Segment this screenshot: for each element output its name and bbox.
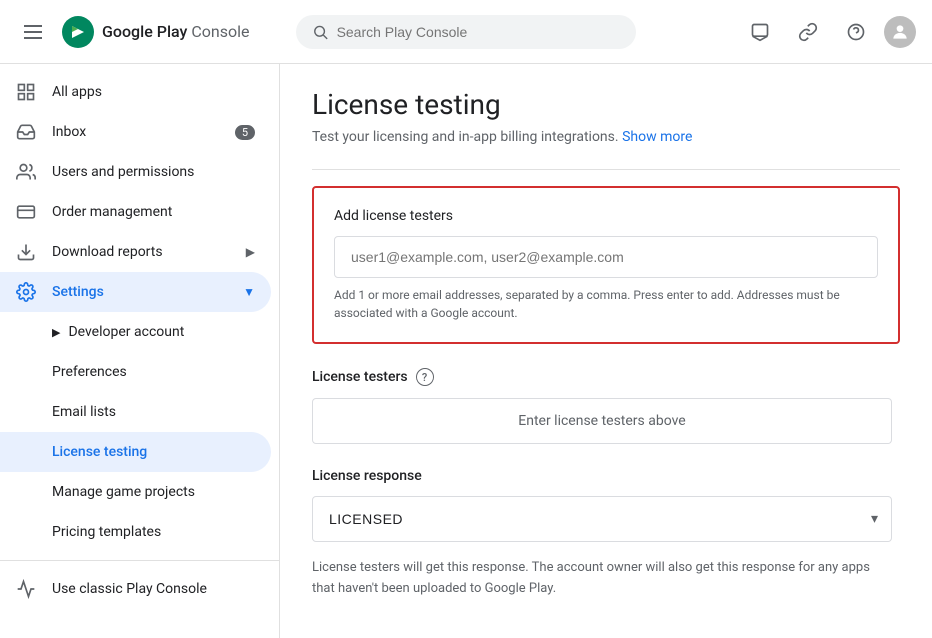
email-input[interactable] [334, 236, 878, 278]
sidebar: All apps Inbox 5 Users and per [0, 64, 280, 638]
messages-button[interactable] [740, 12, 780, 52]
sidebar-label-order: Order management [52, 204, 172, 220]
sidebar-item-settings[interactable]: Settings ▼ [0, 272, 271, 312]
response-description: License testers will get this response. … [312, 558, 892, 600]
grid-icon [16, 82, 36, 102]
sidebar-item-email-lists[interactable]: Email lists [0, 392, 271, 432]
sidebar-item-order-management[interactable]: Order management [0, 192, 271, 232]
sidebar-item-manage-game-projects[interactable]: Manage game projects [0, 472, 271, 512]
sidebar-item-classic-console[interactable]: Use classic Play Console [0, 569, 271, 609]
chevron-down-icon: ▼ [243, 285, 255, 299]
app-title: Google Play Console [102, 22, 250, 41]
header-actions [740, 12, 916, 52]
license-response-select-wrapper: LICENSED NOT_LICENSED LICENSED_OLD_KEY ▾ [312, 496, 892, 542]
sidebar-label-inbox: Inbox [52, 124, 86, 140]
app-header: Google Play Console [0, 0, 932, 64]
sidebar-label-license-testing: License testing [52, 444, 147, 460]
add-testers-label: Add license testers [334, 208, 878, 224]
testers-placeholder: Enter license testers above [312, 398, 892, 444]
page-title: License testing [312, 88, 900, 121]
search-bar[interactable] [296, 15, 636, 49]
sidebar-label-pricing: Pricing templates [52, 524, 161, 540]
help-icon-button[interactable]: ? [416, 368, 434, 386]
license-testers-label: License testers ? [312, 368, 900, 386]
sidebar-label-download: Download reports [52, 244, 163, 260]
download-icon [16, 242, 36, 262]
license-testers-text: License testers [312, 369, 408, 385]
settings-icon [16, 282, 36, 302]
license-response-label: License response [312, 468, 900, 484]
sidebar-label-settings: Settings [52, 284, 104, 300]
logo-area: Google Play Console [62, 16, 250, 48]
main-layout: All apps Inbox 5 Users and per [0, 64, 932, 638]
sidebar-label-users: Users and permissions [52, 164, 194, 180]
help-button[interactable] [836, 12, 876, 52]
message-icon [750, 22, 770, 42]
main-content: License testing Test your licensing and … [280, 64, 932, 638]
input-hint: Add 1 or more email addresses, separated… [334, 286, 878, 322]
nav-divider [0, 560, 279, 561]
chevron-right-icon: ▶ [246, 245, 255, 259]
chart-icon [16, 579, 36, 599]
chevron-right-sub-icon: ▶ [52, 326, 60, 339]
inbox-icon [16, 122, 36, 142]
section-divider [312, 169, 900, 170]
sidebar-label-preferences: Preferences [52, 364, 127, 380]
search-input[interactable] [337, 24, 620, 40]
link-icon [798, 22, 818, 42]
card-icon [16, 202, 36, 222]
search-icon [312, 23, 329, 41]
sidebar-item-preferences[interactable]: Preferences [0, 352, 271, 392]
sidebar-item-users-permissions[interactable]: Users and permissions [0, 152, 271, 192]
add-testers-card: Add license testers Add 1 or more email … [312, 186, 900, 344]
user-icon [890, 22, 910, 42]
page-subtitle: Test your licensing and in-app billing i… [312, 129, 900, 145]
link-button[interactable] [788, 12, 828, 52]
sidebar-item-inbox[interactable]: Inbox 5 [0, 112, 271, 152]
license-response-select[interactable]: LICENSED NOT_LICENSED LICENSED_OLD_KEY [312, 496, 892, 542]
users-icon [16, 162, 36, 182]
sidebar-label-developer: Developer account [68, 324, 184, 340]
show-more-link[interactable]: Show more [622, 129, 692, 145]
avatar[interactable] [884, 16, 916, 48]
sidebar-label-email-lists: Email lists [52, 404, 116, 420]
sidebar-item-download-reports[interactable]: Download reports ▶ [0, 232, 271, 272]
sidebar-label-classic: Use classic Play Console [52, 581, 207, 597]
header-left: Google Play Console [16, 16, 296, 48]
sidebar-item-developer-account[interactable]: ▶ Developer account [0, 312, 271, 352]
subtitle-text: Test your licensing and in-app billing i… [312, 129, 619, 145]
sidebar-item-all-apps[interactable]: All apps [0, 72, 271, 112]
sidebar-label-all-apps: All apps [52, 84, 102, 100]
inbox-badge: 5 [235, 125, 255, 140]
hamburger-button[interactable] [16, 17, 50, 47]
play-console-logo [62, 16, 94, 48]
sidebar-label-manage-game: Manage game projects [52, 484, 195, 500]
sidebar-item-pricing-templates[interactable]: Pricing templates [0, 512, 271, 552]
sidebar-item-license-testing[interactable]: License testing [0, 432, 271, 472]
help-circle-icon [846, 22, 866, 42]
